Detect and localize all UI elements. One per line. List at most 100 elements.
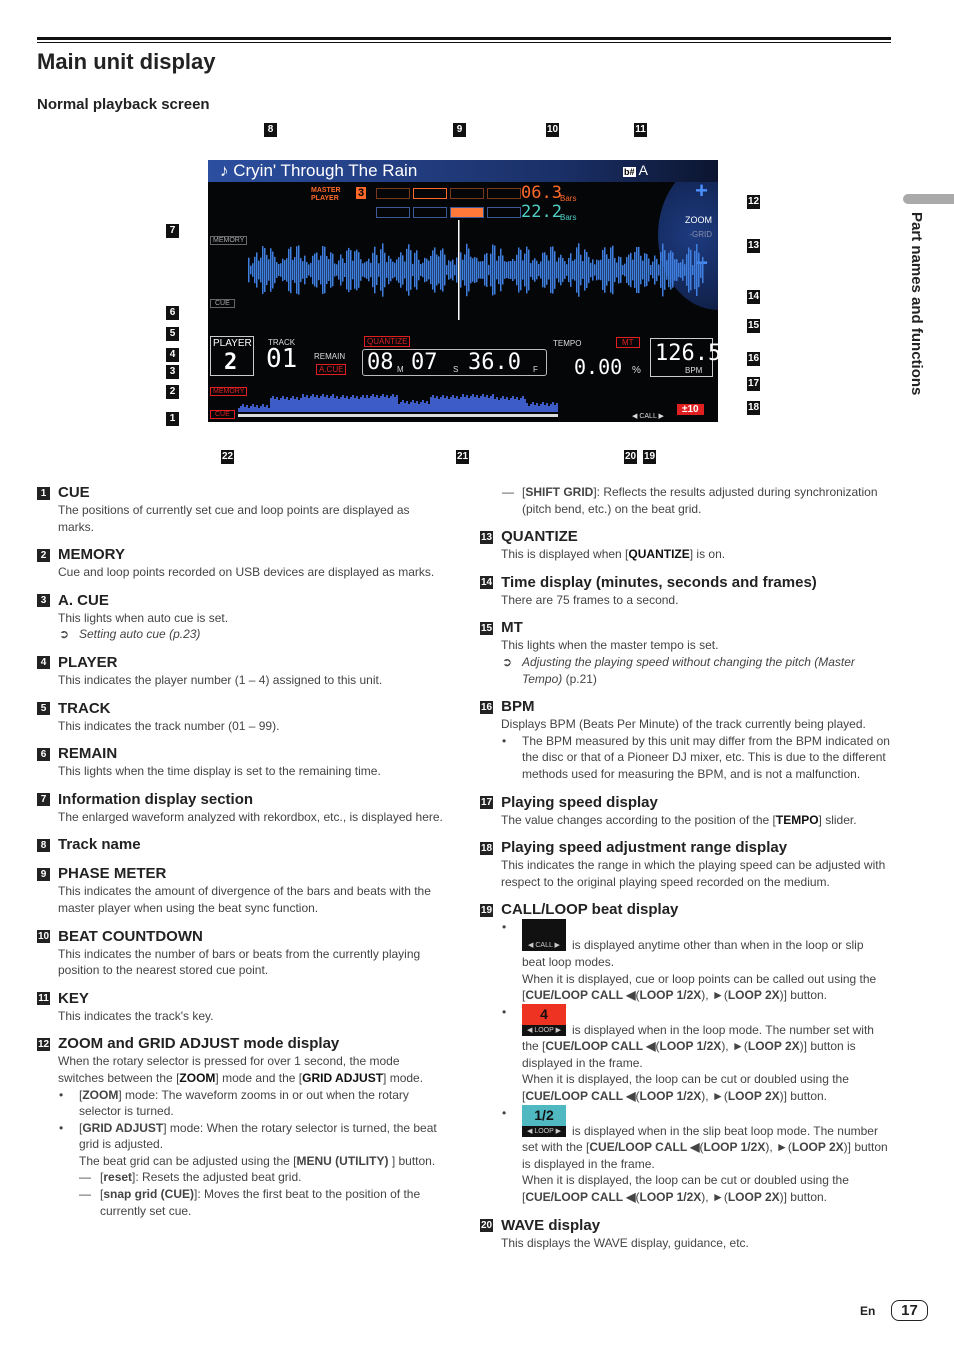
waveform-bar [262, 246, 264, 294]
description-entry: 5 TRACK This indicates the track number (0… [37, 700, 447, 735]
entry-title: Playing speed display [501, 793, 658, 811]
overview-bar [322, 394, 324, 412]
waveform-bar [384, 252, 386, 288]
call-loop-beat: ◀ CALL ▶ [632, 413, 664, 420]
entry-title: ZOOM and GRID ADJUST mode display [58, 1035, 340, 1053]
text-segment: GRID ADJUST [302, 1070, 384, 1085]
waveform-bar [276, 262, 278, 278]
callout-13: 13 [747, 239, 760, 253]
list-item: The beat grid can be adjusted using the … [37, 1153, 447, 1170]
text-segment: CUE/LOOP CALL ◀ [525, 1190, 636, 1205]
entry-title: REMAIN [58, 745, 118, 763]
waveform-bar [494, 245, 496, 295]
overview-bar [418, 404, 420, 412]
text-segment: LOOP 1/2X [639, 1190, 702, 1205]
overview-bar [478, 398, 480, 412]
overview-bar [314, 397, 316, 412]
waveform-bar [348, 247, 350, 293]
callout-14: 14 [747, 290, 760, 304]
waveform-bar [538, 263, 540, 277]
entry-text: The value changes according to the posit… [480, 812, 890, 829]
entry-heading: 1 CUE [37, 484, 447, 502]
overview-bar [256, 405, 258, 412]
waveform-bar [288, 248, 290, 292]
callout-17: 17 [747, 377, 760, 391]
text-segment: This indicates the player number (1 – 4)… [58, 672, 383, 687]
description-entry: 17 Playing speed display The value changes… [480, 794, 890, 829]
overview-bar [448, 399, 450, 412]
text-segment: LOOP 1/2X [639, 988, 702, 1003]
overview-bar [554, 405, 556, 412]
key-value: A [638, 162, 648, 178]
waveform-bar [654, 255, 656, 285]
waveform-bar [554, 251, 556, 289]
list-item: • 4 ◀ LOOP ▶ is displayed when in the loop … [480, 1003, 890, 1072]
waveform-bar [474, 257, 476, 283]
waveform-bar [586, 251, 588, 289]
waveform-bar [308, 264, 310, 276]
overview-bar [450, 397, 452, 412]
overview-bar [258, 408, 260, 412]
overview-bar [504, 399, 506, 412]
text-segment: This indicates the number of bars or bea… [58, 946, 421, 978]
side-tab-label: Part names and functions [908, 212, 925, 396]
overview-bar [488, 398, 490, 412]
overview-bar [304, 397, 306, 412]
overview-bar [508, 400, 510, 412]
waveform-bar [600, 259, 602, 281]
overview-bar [484, 397, 486, 412]
overview-bar [352, 395, 354, 412]
waveform-bar [518, 247, 520, 293]
bullet-icon: • [59, 1087, 64, 1102]
entry-text: This indicates the range in which the pl… [480, 857, 890, 890]
waveform-bar [686, 254, 688, 286]
overview-bar [390, 396, 392, 412]
page-number: 17 [891, 1300, 928, 1321]
waveform-bar [486, 253, 488, 287]
tempo-label: TEMPO [553, 339, 582, 348]
waveform-bar [572, 260, 574, 280]
list-item: • The BPM measured by this unit may diffe… [480, 733, 890, 783]
overview-bar [290, 398, 292, 412]
text-segment: snap grid (CUE) [103, 1187, 195, 1202]
waveform-bar [596, 259, 598, 281]
callout-number: 16 [480, 700, 494, 714]
list-item: • 1/2 ◀ LOOP ▶ is displayed when in the sli… [480, 1104, 890, 1173]
waveform-bar [306, 261, 308, 279]
entry-text: Cue and loop points recorded on USB devi… [37, 564, 447, 581]
page-title: Main unit display [37, 49, 216, 74]
entry-heading: 13 QUANTIZE [480, 528, 890, 546]
waveform-bar [280, 263, 282, 277]
waveform-bar [582, 261, 584, 279]
waveform-bar [652, 261, 654, 279]
entry-heading: 19 CALL/LOOP beat display [480, 901, 890, 919]
waveform-bar [504, 261, 506, 279]
entry-title: WAVE display [501, 1216, 601, 1234]
text-segment: Setting auto cue [79, 627, 166, 642]
overview-bar [496, 397, 498, 412]
wave-overview [238, 394, 558, 417]
waveform-bar [594, 264, 596, 276]
waveform-bar [678, 262, 680, 278]
waveform-bar [424, 257, 426, 283]
icon-label: ◀ CALL ▶ [522, 940, 566, 952]
overview-bar [296, 397, 298, 412]
text-segment: ), ►( [701, 1190, 728, 1205]
overview-bar [522, 396, 524, 412]
left-column: 1 CUE The positions of currently set cue a… [37, 484, 447, 1230]
dash-icon: — [79, 1187, 91, 1202]
waveform-bar [576, 247, 578, 293]
entry-title: Information display section [58, 790, 254, 808]
waveform-bar [592, 259, 594, 281]
waveform-bar [540, 261, 542, 279]
entry-title: PLAYER [58, 653, 118, 671]
text-segment: QUANTIZE [628, 547, 690, 562]
icon-top: 1/2 [522, 1104, 566, 1126]
entry-heading: 17 Playing speed display [480, 794, 890, 812]
overview-bar [320, 396, 322, 412]
overview-bar [544, 405, 546, 412]
waveform-bar [668, 252, 670, 288]
entry-title: Time display (minutes, seconds and frame… [501, 573, 817, 591]
waveform-bar [438, 256, 440, 284]
entry-title: TRACK [58, 699, 111, 717]
